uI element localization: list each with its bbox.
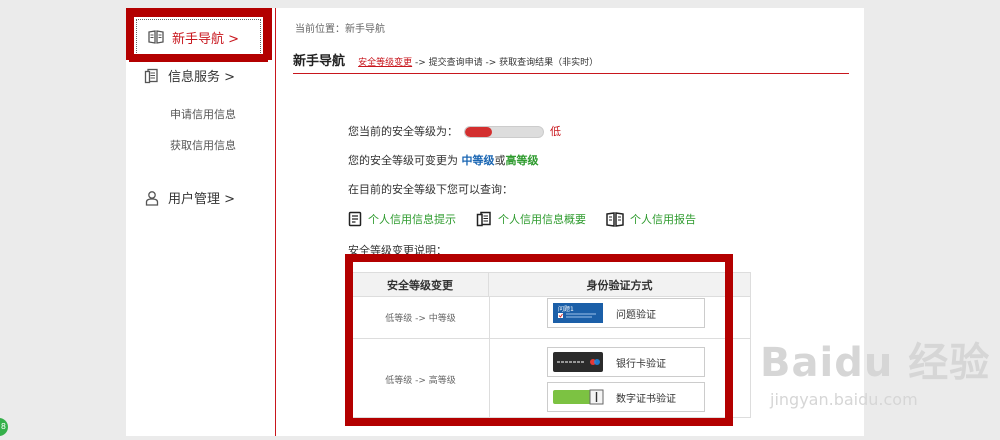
link-label: 个人信用信息提示 bbox=[368, 213, 456, 226]
upgrade-prefix: 您的安全等级可变更为 bbox=[348, 154, 458, 167]
title-bar: 新手导航 安全等级变更 -> 提交查询申请 -> 获取查询结果（非实时） bbox=[293, 50, 849, 74]
link-credit-report[interactable]: 个人信用报告 bbox=[606, 211, 696, 227]
upgrade-or: 或 bbox=[494, 154, 506, 167]
book-icon bbox=[606, 211, 624, 227]
link-credit-hint[interactable]: 个人信用信息提示 bbox=[348, 211, 456, 227]
sidebar-item-user-management[interactable]: 用户管理 > bbox=[144, 188, 235, 207]
sidebar-item-label: 信息服务 > bbox=[168, 70, 236, 85]
link-label: 个人信用信息概要 bbox=[498, 213, 586, 226]
current-step: 安全等级变更 bbox=[358, 58, 413, 68]
document-icon bbox=[144, 68, 158, 83]
sidebar-subitem-apply[interactable]: 申请信用信息 bbox=[170, 106, 236, 122]
link-label: 个人信用报告 bbox=[630, 213, 696, 226]
highlight-box-nav bbox=[126, 8, 272, 60]
step-indicator: 安全等级变更 -> 提交查询申请 -> 获取查询结果（非实时） bbox=[358, 58, 598, 68]
document-icon bbox=[476, 211, 491, 227]
remaining-steps: -> 提交查询申请 -> 获取查询结果（非实时） bbox=[412, 58, 599, 68]
security-level-row: 您当前的安全等级为： 低 bbox=[348, 123, 561, 139]
query-intro: 在目前的安全等级下您可以查询： bbox=[348, 183, 513, 196]
sidebar: 新手导航 > 信息服务 > 申请信用信息 获取信用信息 用户管理 > bbox=[126, 8, 276, 436]
watermark-logo-text: Baidu 经验 bbox=[760, 340, 991, 386]
sidebar-item-label: 用户管理 > bbox=[168, 192, 236, 207]
watermark-url: jingyan.baidu.com bbox=[770, 390, 918, 409]
security-level-fill bbox=[465, 127, 493, 137]
corner-badge-icon: 8 bbox=[0, 418, 8, 436]
sidebar-subitem-fetch[interactable]: 获取信用信息 bbox=[170, 137, 236, 153]
query-links: 个人信用信息提示 个人信用信息概要 个人信用报告 bbox=[348, 211, 716, 227]
user-icon bbox=[145, 190, 159, 206]
security-level-value: 低 bbox=[550, 125, 561, 138]
sidebar-item-info-service[interactable]: 信息服务 > bbox=[144, 66, 235, 85]
highlight-box-table bbox=[345, 254, 733, 426]
upgrade-row: 您的安全等级可变更为 中等级或高等级 bbox=[348, 152, 539, 168]
note-icon bbox=[348, 211, 362, 227]
page-title: 新手导航 bbox=[293, 54, 346, 69]
breadcrumb: 当前位置：新手导航 bbox=[295, 24, 385, 35]
security-level-bar bbox=[464, 126, 544, 138]
watermark: Baidu 经验 jingyan.baidu.com bbox=[760, 330, 990, 409]
upgrade-mid-link[interactable]: 中等级 bbox=[462, 154, 495, 167]
upgrade-high-link[interactable]: 高等级 bbox=[506, 154, 539, 167]
link-credit-summary[interactable]: 个人信用信息概要 bbox=[476, 211, 586, 227]
security-level-label: 您当前的安全等级为： bbox=[348, 125, 458, 138]
